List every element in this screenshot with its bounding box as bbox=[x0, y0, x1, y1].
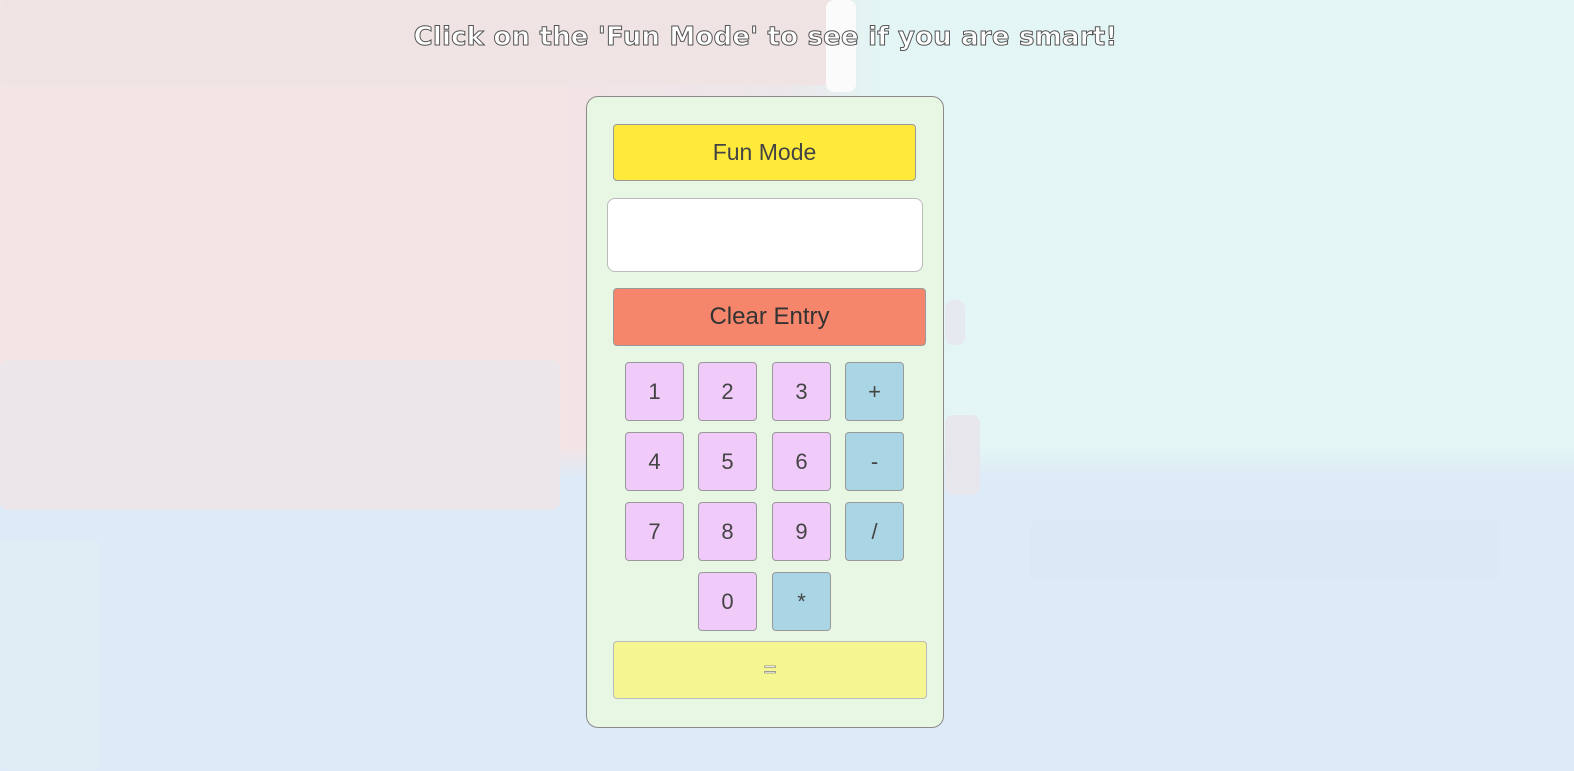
calculator-display[interactable] bbox=[607, 198, 923, 272]
clear-entry-button[interactable]: Clear Entry bbox=[613, 288, 926, 346]
key-2[interactable]: 2 bbox=[698, 362, 757, 421]
background-shape bbox=[945, 415, 980, 495]
key-multiply[interactable]: * bbox=[772, 572, 831, 631]
key-3[interactable]: 3 bbox=[772, 362, 831, 421]
fun-mode-button[interactable]: Fun Mode bbox=[613, 124, 916, 181]
background-shape bbox=[0, 360, 560, 510]
key-plus[interactable]: + bbox=[845, 362, 904, 421]
key-9[interactable]: 9 bbox=[772, 502, 831, 561]
background-shape bbox=[1030, 520, 1500, 580]
page-headline: Click on the 'Fun Mode' to see if you ar… bbox=[413, 22, 1118, 53]
background-shape bbox=[0, 540, 100, 770]
key-1[interactable]: 1 bbox=[625, 362, 684, 421]
key-6[interactable]: 6 bbox=[772, 432, 831, 491]
background-shape bbox=[945, 300, 965, 345]
equals-button[interactable]: = bbox=[613, 641, 927, 699]
key-7[interactable]: 7 bbox=[625, 502, 684, 561]
key-8[interactable]: 8 bbox=[698, 502, 757, 561]
key-divide[interactable]: / bbox=[845, 502, 904, 561]
key-4[interactable]: 4 bbox=[625, 432, 684, 491]
calculator-panel: Fun Mode Clear Entry 1 2 3 + 4 5 6 - 7 8… bbox=[586, 96, 944, 728]
key-0[interactable]: 0 bbox=[698, 572, 757, 631]
key-5[interactable]: 5 bbox=[698, 432, 757, 491]
key-minus[interactable]: - bbox=[845, 432, 904, 491]
